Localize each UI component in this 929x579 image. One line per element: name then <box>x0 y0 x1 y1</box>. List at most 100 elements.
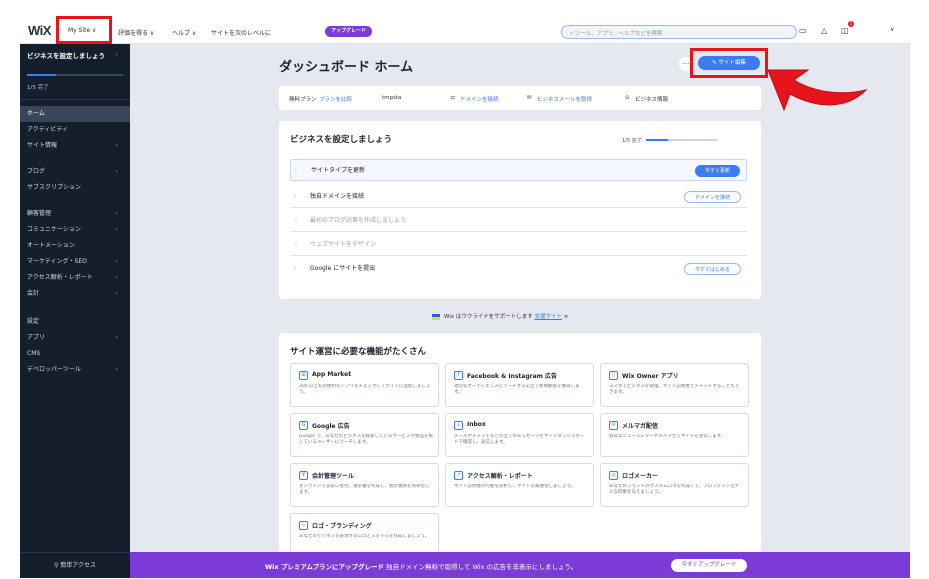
feature-description: 適切なオーディエンスにリーチする広告で新規顧客を獲得します。 <box>454 384 580 395</box>
start-now-button[interactable]: 今すぐはじめる <box>683 263 741 275</box>
sidebar-item-customers[interactable]: 顧客管理 › <box>20 206 130 222</box>
sidebar-item-home[interactable]: ホーム <box>20 106 130 122</box>
feature-description: お得なニュースレターやメルマガでサイトを宣伝します。 <box>609 434 726 439</box>
setup-step-label: Google にサイトを提出 <box>310 265 376 272</box>
setup-step-label: サイトタイプを更新 <box>311 167 366 174</box>
feature-title: Google 広告 <box>312 423 350 430</box>
site-selector[interactable]: My Site ∨ <box>56 16 112 44</box>
setup-step-label: 独自ドメインを接続 <box>310 193 365 200</box>
feature-branding[interactable]: ◇ ロゴ・ブランディング あなたのビジネスを表現するロゴとスタイルを作成しましょ… <box>290 513 439 557</box>
setup-step-label: 最初のブログ記事を作成しましょう <box>310 217 407 224</box>
chat-icon[interactable]: ▭ <box>799 26 807 35</box>
sidebar-setup-progress-fill <box>27 74 56 76</box>
setup-progress-bar <box>646 139 718 141</box>
feature-social-ads[interactable]: f Facebook & Instagram 広告 適切なオーディエンスにリーチ… <box>445 363 594 407</box>
account-menu-chevron-icon[interactable]: ∨ <box>890 26 894 33</box>
sidebar-item-label: コミュニケーション <box>27 226 81 233</box>
ukraine-support-link[interactable]: 支援サイト <box>535 314 563 320</box>
setup-step-design[interactable]: ✓ ウェブサイトをデザイン <box>290 234 747 256</box>
connect-domain-link[interactable]: ドメインを接続 <box>460 95 499 103</box>
chevron-right-icon: › <box>115 168 118 175</box>
edit-site-button[interactable]: ✎ サイト編集 <box>698 56 760 70</box>
compare-plans-link[interactable]: プランを比較 <box>319 95 352 103</box>
feature-title: メルマガ配信 <box>622 423 659 430</box>
sidebar-item-label: サイト情報 <box>27 142 58 149</box>
google-ads-icon: G <box>299 421 308 430</box>
notification-badge: 1 <box>848 21 854 27</box>
search-input[interactable]: ⌕ ツール、アプリ、ヘルプなどを検索 <box>561 25 797 39</box>
feature-logo-maker[interactable]: ◎ ロゴメーカー あなたのブランドのカスタムロゴを作成して、プロフェッショナルな… <box>600 463 749 507</box>
feature-title: App Market <box>312 371 352 378</box>
site-name: tmpsta <box>382 95 402 101</box>
setup-step-domain[interactable]: › 独自ドメインを接続 ドメインを接続 <box>290 186 747 208</box>
setup-step-google[interactable]: › Google にサイトを提出 今すぐはじめる <box>290 258 747 280</box>
feature-analytics[interactable]: ↗ アクセス解析・レポート サイト訪問者の行動を分析し、サイトを最適化しましょう… <box>445 463 594 507</box>
sidebar-item-label: CMS <box>27 350 41 357</box>
sidebar-item-label: 顧客管理 <box>27 210 52 217</box>
ukraine-banner-text: Wix はウクライナをサポートします <box>444 314 533 320</box>
ukraine-flag-icon <box>432 313 440 320</box>
inbox-icon: ↓ <box>454 421 463 430</box>
feature-accounting[interactable]: ¥ 会計管理ツール オンラインで支払い受付、請求書を作成し、会計業務を効率化しま… <box>290 463 439 507</box>
notifications-icon[interactable]: △ <box>821 26 827 35</box>
sidebar-item-automation[interactable]: オートメーション <box>20 238 130 254</box>
sidebar-item-analytics[interactable]: アクセス解析・レポート › <box>20 270 130 286</box>
setup-step-site-type[interactable]: › サイトタイプを更新 今すぐ更新 <box>290 159 747 181</box>
setup-step-label: ウェブサイトをデザイン <box>310 241 377 248</box>
search-placeholder: ツール、アプリ、ヘルプなどを検索 <box>574 31 663 37</box>
nav-help[interactable]: ヘルプ ∨ <box>172 28 196 37</box>
sidebar-item-site-info[interactable]: サイト情報 › <box>20 138 130 154</box>
sidebar-item-communication[interactable]: コミュニケーション › <box>20 222 130 238</box>
chevron-right-icon: › <box>294 266 296 272</box>
accounting-icon: ¥ <box>299 471 308 480</box>
feature-description: サイト訪問者の行動を分析し、サイトを最適化しましょう。 <box>454 484 576 489</box>
page-title: ダッシュボード ホーム <box>279 60 414 75</box>
sidebar-setup-progress-text: 1/5 完了 <box>27 85 49 91</box>
sidebar-item-label: 会計 <box>27 290 40 297</box>
feature-description: オンラインで支払い受付、請求書を作成し、会計業務を効率化します。 <box>299 484 430 495</box>
plan-bar: 無料プラン プランを比較 tmpsta ⊏ ドメインを接続 ✉ ビジネスメールを… <box>279 86 761 110</box>
sidebar-item-developer-tools[interactable]: デベロッパーツール › <box>20 362 130 378</box>
sidebar-item-blog[interactable]: ブログ › <box>20 164 130 180</box>
upgrade-button[interactable]: アップグレード <box>325 26 373 37</box>
nav-site-improve[interactable]: サイトを次のレベルに <box>211 28 271 37</box>
sidebar-item-apps[interactable]: アプリ › <box>20 330 130 346</box>
feature-title: Inbox <box>467 421 486 428</box>
feature-inbox[interactable]: ↓ Inbox メールやチャットなどの全てのメッセージをサイトダッシュボードで確… <box>445 413 594 457</box>
feature-app-market[interactable]: ⊞ App Market 200 以上もの便利なアプリをチェックしてサイトに追加… <box>290 363 439 407</box>
business-info-link[interactable]: ビジネス情報 <box>635 95 668 103</box>
sidebar-item-label: ホーム <box>27 110 45 117</box>
sidebar: ビジネスを設定しましょう › 1/5 完了 ホーム アクティビティ サイト情報 ›… <box>20 44 130 578</box>
update-now-button[interactable]: 今すぐ更新 <box>694 165 740 177</box>
sidebar-item-accounting[interactable]: 会計 › <box>20 286 130 302</box>
check-icon: ✓ <box>294 218 299 224</box>
promo-description: 独自ドメイン無料で取得して Wix の広告を非表示にしましょう。 <box>386 563 578 571</box>
sidebar-item-cms[interactable]: CMS <box>20 346 130 362</box>
sidebar-item-marketing-seo[interactable]: マーケティング・SEO › <box>20 254 130 270</box>
wix-logo[interactable]: WiX <box>28 23 51 38</box>
arrow-shape <box>767 69 868 112</box>
feature-title: 会計管理ツール <box>312 473 355 480</box>
logo-maker-icon: ◎ <box>609 471 618 480</box>
owner-app-icon: ▯ <box>609 371 618 380</box>
connect-domain-button[interactable]: ドメインを接続 <box>683 191 741 203</box>
sidebar-item-settings[interactable]: 設定 <box>20 314 130 330</box>
ukraine-banner: Wix はウクライナをサポートします 支援サイト × <box>432 312 568 320</box>
feature-owner-app[interactable]: ▯ Wix Owner アプリ スマホでビジネスを管理、サイト訪問者とチャットす… <box>600 363 749 407</box>
sidebar-item-subscriptions[interactable]: サブスクリプション <box>20 180 130 196</box>
social-ads-icon: f <box>454 371 463 380</box>
upgrade-now-button[interactable]: 今すぐアップグレード <box>671 559 747 572</box>
sidebar-quick-access[interactable]: ⚲ 簡単アクセス <box>20 552 130 578</box>
feature-google-ads[interactable]: G Google 広告 Google で、あなたのビジネスを検索しているサービス… <box>290 413 439 457</box>
nav-get-reviews[interactable]: 評価を得る ∨ <box>118 28 154 37</box>
setup-step-blog-post[interactable]: ✓ 最初のブログ記事を作成しましょう <box>290 210 747 232</box>
feature-description: スマホでビジネスを管理、サイト訪問者とチャットすることもできます。 <box>609 384 740 395</box>
sidebar-setup-section[interactable]: ビジネスを設定しましょう › 1/5 完了 <box>20 44 130 100</box>
feature-email-marketing[interactable]: ✉ メルマガ配信 お得なニュースレターやメルマガでサイトを宣伝します。 <box>600 413 749 457</box>
sidebar-item-activity[interactable]: アクティビティ <box>20 122 130 138</box>
feature-description: あなたのビジネスを表現するロゴとスタイルを作成しましょう。 <box>299 534 430 539</box>
bell-icon[interactable]: ◫ <box>841 26 849 35</box>
feature-description: 200 以上もの便利なアプリをチェックしてサイトに追加しましょう。 <box>299 384 431 395</box>
business-email-link[interactable]: ビジネスメールを取得 <box>537 95 592 103</box>
close-icon[interactable]: × <box>564 314 569 320</box>
